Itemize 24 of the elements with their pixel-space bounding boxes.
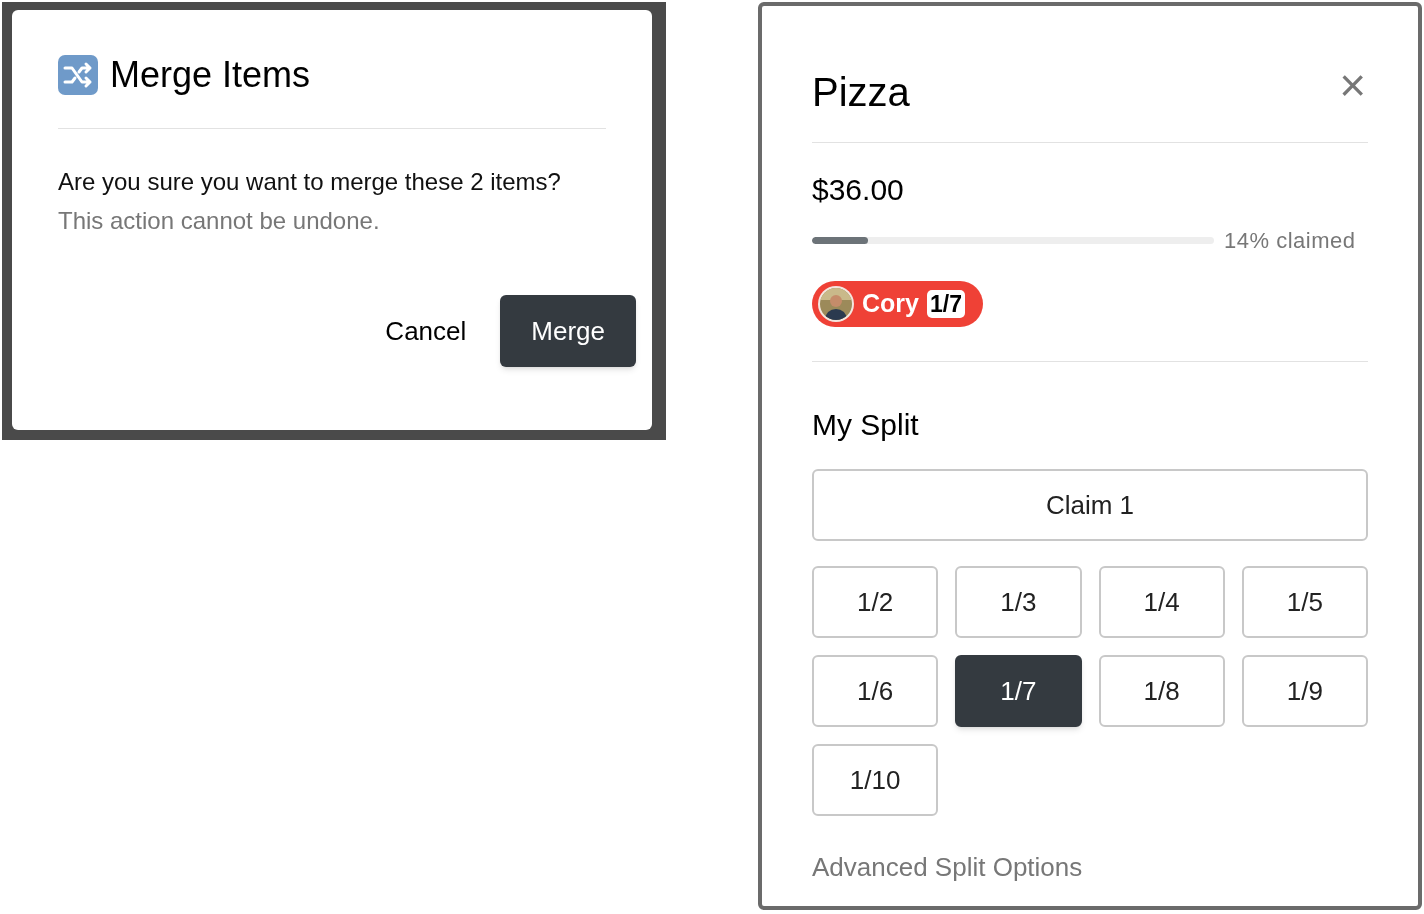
dialog-title: Pizza [812,69,910,116]
fraction-button[interactable]: 1/6 [812,655,939,727]
claim-button[interactable]: Claim 1 [812,469,1368,541]
dialog-note: This action cannot be undone. [58,206,381,236]
fraction-button[interactable]: 1/5 [1241,566,1368,638]
fraction-button[interactable]: 1/8 [1098,655,1225,727]
dialog-title: Merge Items [110,53,311,97]
shuffle-icon [58,55,98,95]
section-heading: My Split [812,407,920,443]
claim-share: 1/7 [926,290,965,318]
fraction-button[interactable]: 1/7 [955,655,1082,727]
fraction-button[interactable]: 1/2 [812,566,939,638]
claimant-name: Cory [862,288,919,320]
cancel-button[interactable]: Cancel [369,295,483,367]
dialog-message: Are you sure you want to merge these 2 items? [58,167,562,197]
progress-label: 14% claimed [1224,227,1356,255]
advanced-options-link[interactable]: Advanced Split Options [812,848,1083,887]
item-price: $36.00 [812,172,905,208]
merge-button[interactable]: Merge [500,295,636,367]
fraction-button[interactable]: 1/4 [1098,566,1225,638]
fraction-button[interactable]: 1/3 [955,566,1082,638]
fraction-button[interactable]: 1/9 [1241,655,1368,727]
close-button[interactable]: × [1339,62,1366,108]
fraction-button[interactable]: 1/10 [812,744,939,816]
